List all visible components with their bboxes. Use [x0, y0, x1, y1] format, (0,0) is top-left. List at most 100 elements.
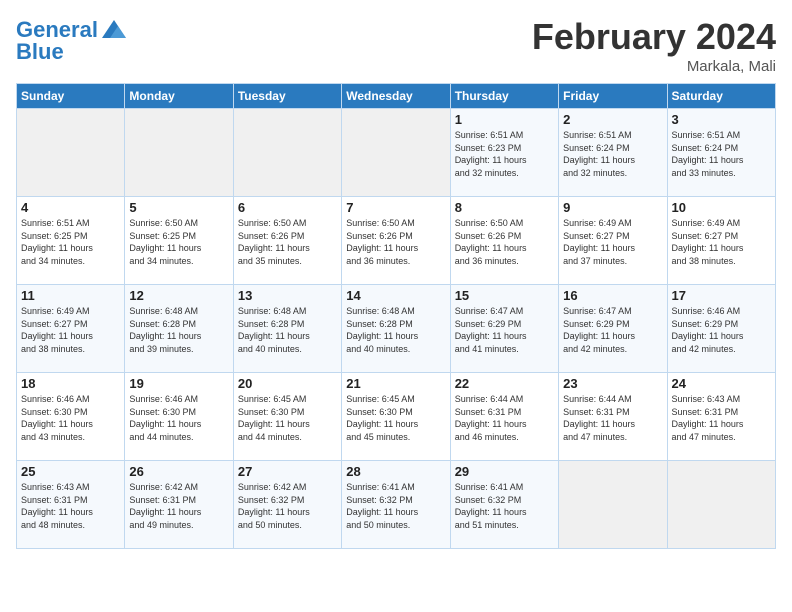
day-number: 14 — [346, 288, 445, 303]
day-cell — [559, 461, 667, 549]
day-number: 19 — [129, 376, 228, 391]
day-cell: 17 Sunrise: 6:46 AM Sunset: 6:29 PM Dayli… — [667, 285, 775, 373]
logo-icon — [100, 16, 128, 44]
day-cell: 11 Sunrise: 6:49 AM Sunset: 6:27 PM Dayli… — [17, 285, 125, 373]
day-cell — [342, 109, 450, 197]
calendar-header: SundayMondayTuesdayWednesdayThursdayFrid… — [17, 84, 776, 109]
month-title: February 2024 — [532, 16, 776, 58]
day-info: Sunrise: 6:49 AM Sunset: 6:27 PM Dayligh… — [21, 305, 120, 355]
day-header-thursday: Thursday — [450, 84, 558, 109]
day-info: Sunrise: 6:49 AM Sunset: 6:27 PM Dayligh… — [672, 217, 771, 267]
day-number: 6 — [238, 200, 337, 215]
day-info: Sunrise: 6:44 AM Sunset: 6:31 PM Dayligh… — [563, 393, 662, 443]
day-info: Sunrise: 6:43 AM Sunset: 6:31 PM Dayligh… — [672, 393, 771, 443]
day-info: Sunrise: 6:50 AM Sunset: 6:26 PM Dayligh… — [238, 217, 337, 267]
day-number: 4 — [21, 200, 120, 215]
day-info: Sunrise: 6:46 AM Sunset: 6:30 PM Dayligh… — [129, 393, 228, 443]
day-cell: 14 Sunrise: 6:48 AM Sunset: 6:28 PM Dayli… — [342, 285, 450, 373]
day-header-friday: Friday — [559, 84, 667, 109]
day-cell — [125, 109, 233, 197]
day-cell: 2 Sunrise: 6:51 AM Sunset: 6:24 PM Daylig… — [559, 109, 667, 197]
day-info: Sunrise: 6:48 AM Sunset: 6:28 PM Dayligh… — [129, 305, 228, 355]
page-header: General Blue February 2024 Markala, Mali — [16, 16, 776, 75]
day-cell: 8Sunrise: 6:50 AM Sunset: 6:26 PM Daylig… — [450, 197, 558, 285]
day-cell: 4 Sunrise: 6:51 AM Sunset: 6:25 PM Daylig… — [17, 197, 125, 285]
day-number: 26 — [129, 464, 228, 479]
day-number: 28 — [346, 464, 445, 479]
day-cell: 5 Sunrise: 6:50 AM Sunset: 6:25 PM Daylig… — [125, 197, 233, 285]
title-block: February 2024 Markala, Mali — [532, 16, 776, 75]
day-info: Sunrise: 6:47 AM Sunset: 6:29 PM Dayligh… — [563, 305, 662, 355]
day-cell: 19 Sunrise: 6:46 AM Sunset: 6:30 PM Dayli… — [125, 373, 233, 461]
day-info: Sunrise: 6:41 AM Sunset: 6:32 PM Dayligh… — [346, 481, 445, 531]
day-number: 13 — [238, 288, 337, 303]
calendar-body: 1Sunrise: 6:51 AM Sunset: 6:23 PM Daylig… — [17, 109, 776, 549]
day-cell: 23Sunrise: 6:44 AM Sunset: 6:31 PM Dayli… — [559, 373, 667, 461]
day-cell: 7 Sunrise: 6:50 AM Sunset: 6:26 PM Daylig… — [342, 197, 450, 285]
day-number: 12 — [129, 288, 228, 303]
day-cell: 20Sunrise: 6:45 AM Sunset: 6:30 PM Dayli… — [233, 373, 341, 461]
day-info: Sunrise: 6:43 AM Sunset: 6:31 PM Dayligh… — [21, 481, 120, 531]
day-number: 11 — [21, 288, 120, 303]
day-cell: 18Sunrise: 6:46 AM Sunset: 6:30 PM Dayli… — [17, 373, 125, 461]
day-info: Sunrise: 6:50 AM Sunset: 6:26 PM Dayligh… — [346, 217, 445, 267]
day-info: Sunrise: 6:51 AM Sunset: 6:24 PM Dayligh… — [672, 129, 771, 179]
day-info: Sunrise: 6:49 AM Sunset: 6:27 PM Dayligh… — [563, 217, 662, 267]
week-row: 11 Sunrise: 6:49 AM Sunset: 6:27 PM Dayli… — [17, 285, 776, 373]
day-cell: 9 Sunrise: 6:49 AM Sunset: 6:27 PM Daylig… — [559, 197, 667, 285]
day-info: Sunrise: 6:45 AM Sunset: 6:30 PM Dayligh… — [346, 393, 445, 443]
day-number: 24 — [672, 376, 771, 391]
day-cell: 29 Sunrise: 6:41 AM Sunset: 6:32 PM Dayli… — [450, 461, 558, 549]
day-info: Sunrise: 6:41 AM Sunset: 6:32 PM Dayligh… — [455, 481, 554, 531]
day-number: 5 — [129, 200, 228, 215]
day-header-wednesday: Wednesday — [342, 84, 450, 109]
day-number: 10 — [672, 200, 771, 215]
day-info: Sunrise: 6:48 AM Sunset: 6:28 PM Dayligh… — [238, 305, 337, 355]
day-number: 8 — [455, 200, 554, 215]
day-info: Sunrise: 6:51 AM Sunset: 6:25 PM Dayligh… — [21, 217, 120, 267]
day-info: Sunrise: 6:47 AM Sunset: 6:29 PM Dayligh… — [455, 305, 554, 355]
day-cell: 22Sunrise: 6:44 AM Sunset: 6:31 PM Dayli… — [450, 373, 558, 461]
day-cell: 3Sunrise: 6:51 AM Sunset: 6:24 PM Daylig… — [667, 109, 775, 197]
calendar-table: SundayMondayTuesdayWednesdayThursdayFrid… — [16, 83, 776, 549]
day-info: Sunrise: 6:42 AM Sunset: 6:32 PM Dayligh… — [238, 481, 337, 531]
day-cell: 6 Sunrise: 6:50 AM Sunset: 6:26 PM Daylig… — [233, 197, 341, 285]
day-number: 15 — [455, 288, 554, 303]
day-number: 29 — [455, 464, 554, 479]
day-cell: 15 Sunrise: 6:47 AM Sunset: 6:29 PM Dayli… — [450, 285, 558, 373]
week-row: 18Sunrise: 6:46 AM Sunset: 6:30 PM Dayli… — [17, 373, 776, 461]
day-cell: 1Sunrise: 6:51 AM Sunset: 6:23 PM Daylig… — [450, 109, 558, 197]
day-cell: 13 Sunrise: 6:48 AM Sunset: 6:28 PM Dayli… — [233, 285, 341, 373]
day-number: 21 — [346, 376, 445, 391]
week-row: 1Sunrise: 6:51 AM Sunset: 6:23 PM Daylig… — [17, 109, 776, 197]
week-row: 25 Sunrise: 6:43 AM Sunset: 6:31 PM Dayli… — [17, 461, 776, 549]
day-number: 9 — [563, 200, 662, 215]
day-number: 25 — [21, 464, 120, 479]
day-cell: 24 Sunrise: 6:43 AM Sunset: 6:31 PM Dayli… — [667, 373, 775, 461]
day-info: Sunrise: 6:51 AM Sunset: 6:24 PM Dayligh… — [563, 129, 662, 179]
day-number: 1 — [455, 112, 554, 127]
day-header-sunday: Sunday — [17, 84, 125, 109]
day-number: 17 — [672, 288, 771, 303]
day-cell — [667, 461, 775, 549]
day-info: Sunrise: 6:50 AM Sunset: 6:25 PM Dayligh… — [129, 217, 228, 267]
day-cell: 12 Sunrise: 6:48 AM Sunset: 6:28 PM Dayli… — [125, 285, 233, 373]
day-number: 27 — [238, 464, 337, 479]
day-cell: 27 Sunrise: 6:42 AM Sunset: 6:32 PM Dayli… — [233, 461, 341, 549]
day-header-saturday: Saturday — [667, 84, 775, 109]
day-cell: 25 Sunrise: 6:43 AM Sunset: 6:31 PM Dayli… — [17, 461, 125, 549]
day-info: Sunrise: 6:46 AM Sunset: 6:29 PM Dayligh… — [672, 305, 771, 355]
day-cell: 28 Sunrise: 6:41 AM Sunset: 6:32 PM Dayli… — [342, 461, 450, 549]
day-header-tuesday: Tuesday — [233, 84, 341, 109]
day-number: 22 — [455, 376, 554, 391]
day-cell: 10 Sunrise: 6:49 AM Sunset: 6:27 PM Dayli… — [667, 197, 775, 285]
day-header-monday: Monday — [125, 84, 233, 109]
day-info: Sunrise: 6:48 AM Sunset: 6:28 PM Dayligh… — [346, 305, 445, 355]
day-cell: 16Sunrise: 6:47 AM Sunset: 6:29 PM Dayli… — [559, 285, 667, 373]
day-number: 7 — [346, 200, 445, 215]
day-info: Sunrise: 6:45 AM Sunset: 6:30 PM Dayligh… — [238, 393, 337, 443]
logo: General Blue — [16, 16, 128, 64]
week-row: 4 Sunrise: 6:51 AM Sunset: 6:25 PM Daylig… — [17, 197, 776, 285]
day-cell — [233, 109, 341, 197]
day-number: 2 — [563, 112, 662, 127]
